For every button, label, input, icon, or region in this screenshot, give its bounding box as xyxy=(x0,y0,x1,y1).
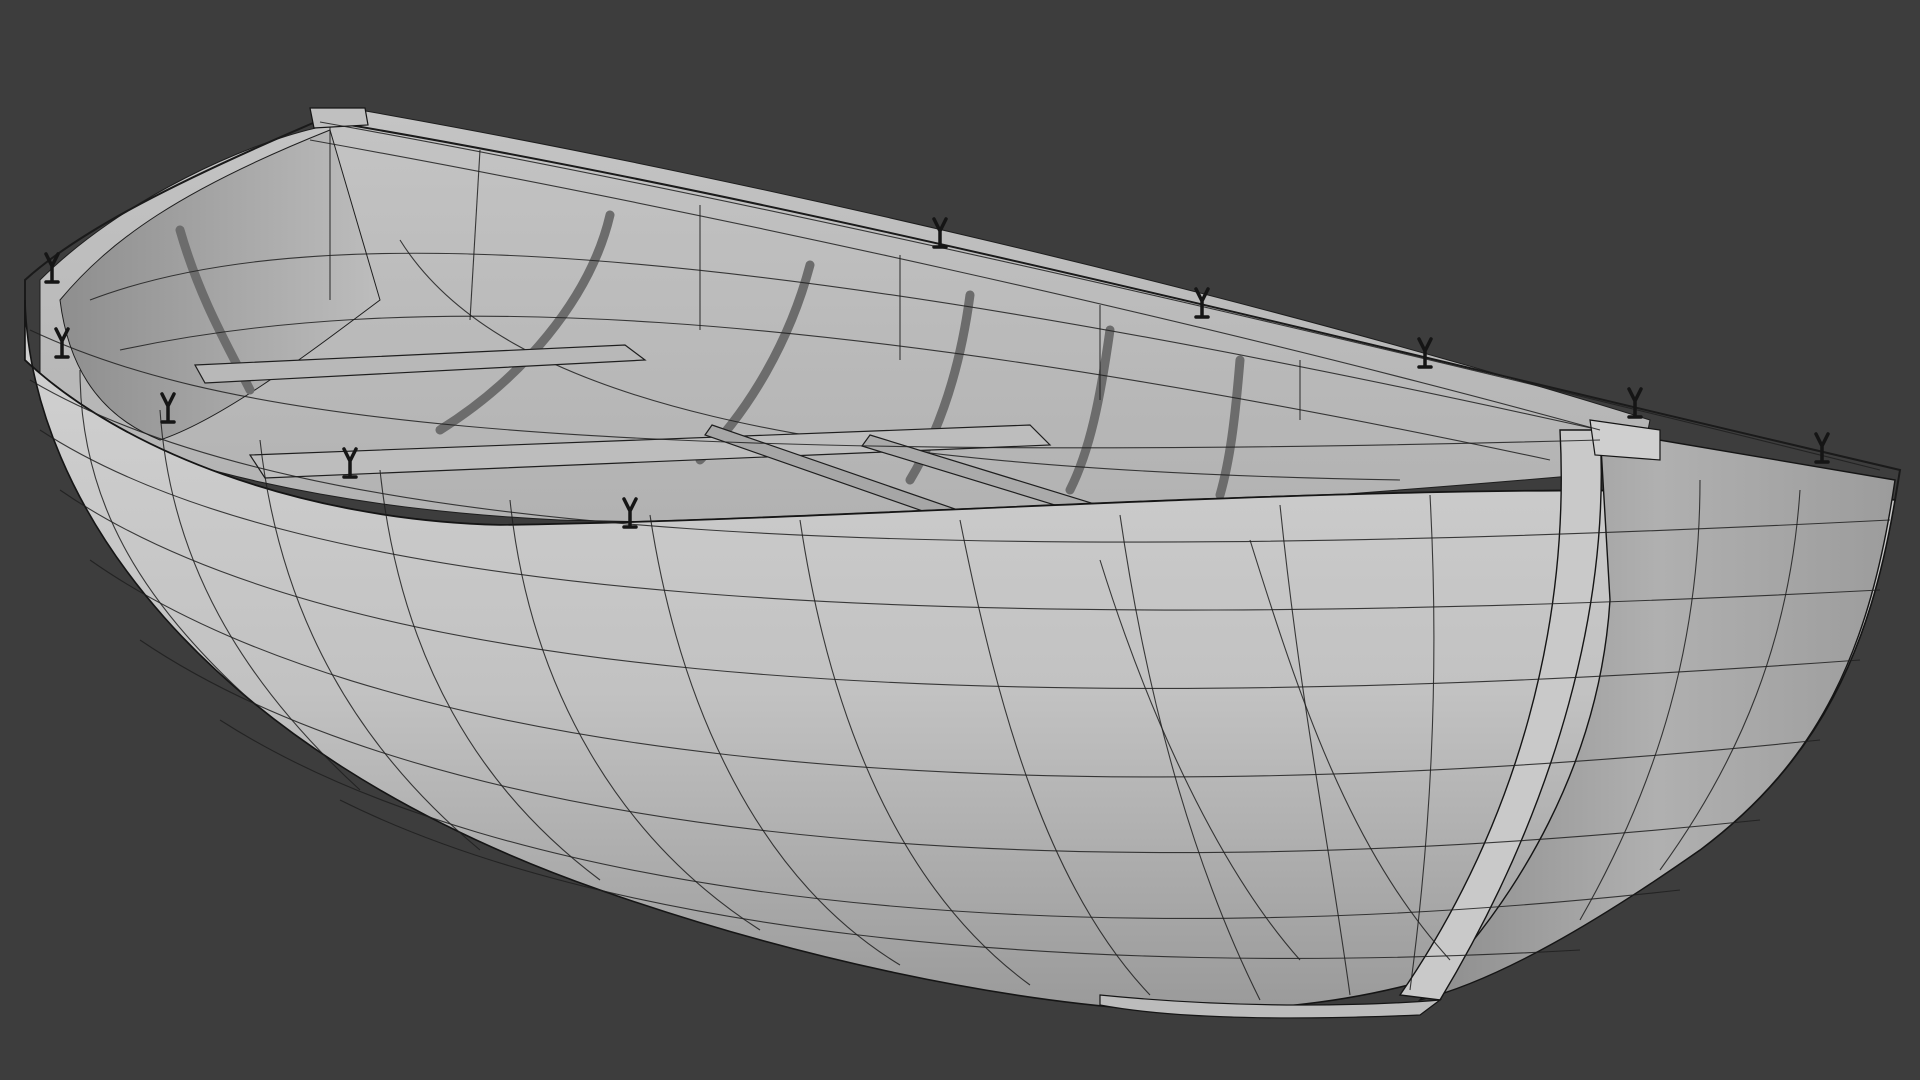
oarlock-icon xyxy=(1627,387,1643,419)
transom xyxy=(1589,419,1661,461)
rowboat-render xyxy=(24,107,1902,1019)
3d-viewport[interactable] xyxy=(0,0,1920,1080)
oarlock-icon xyxy=(1814,432,1830,464)
